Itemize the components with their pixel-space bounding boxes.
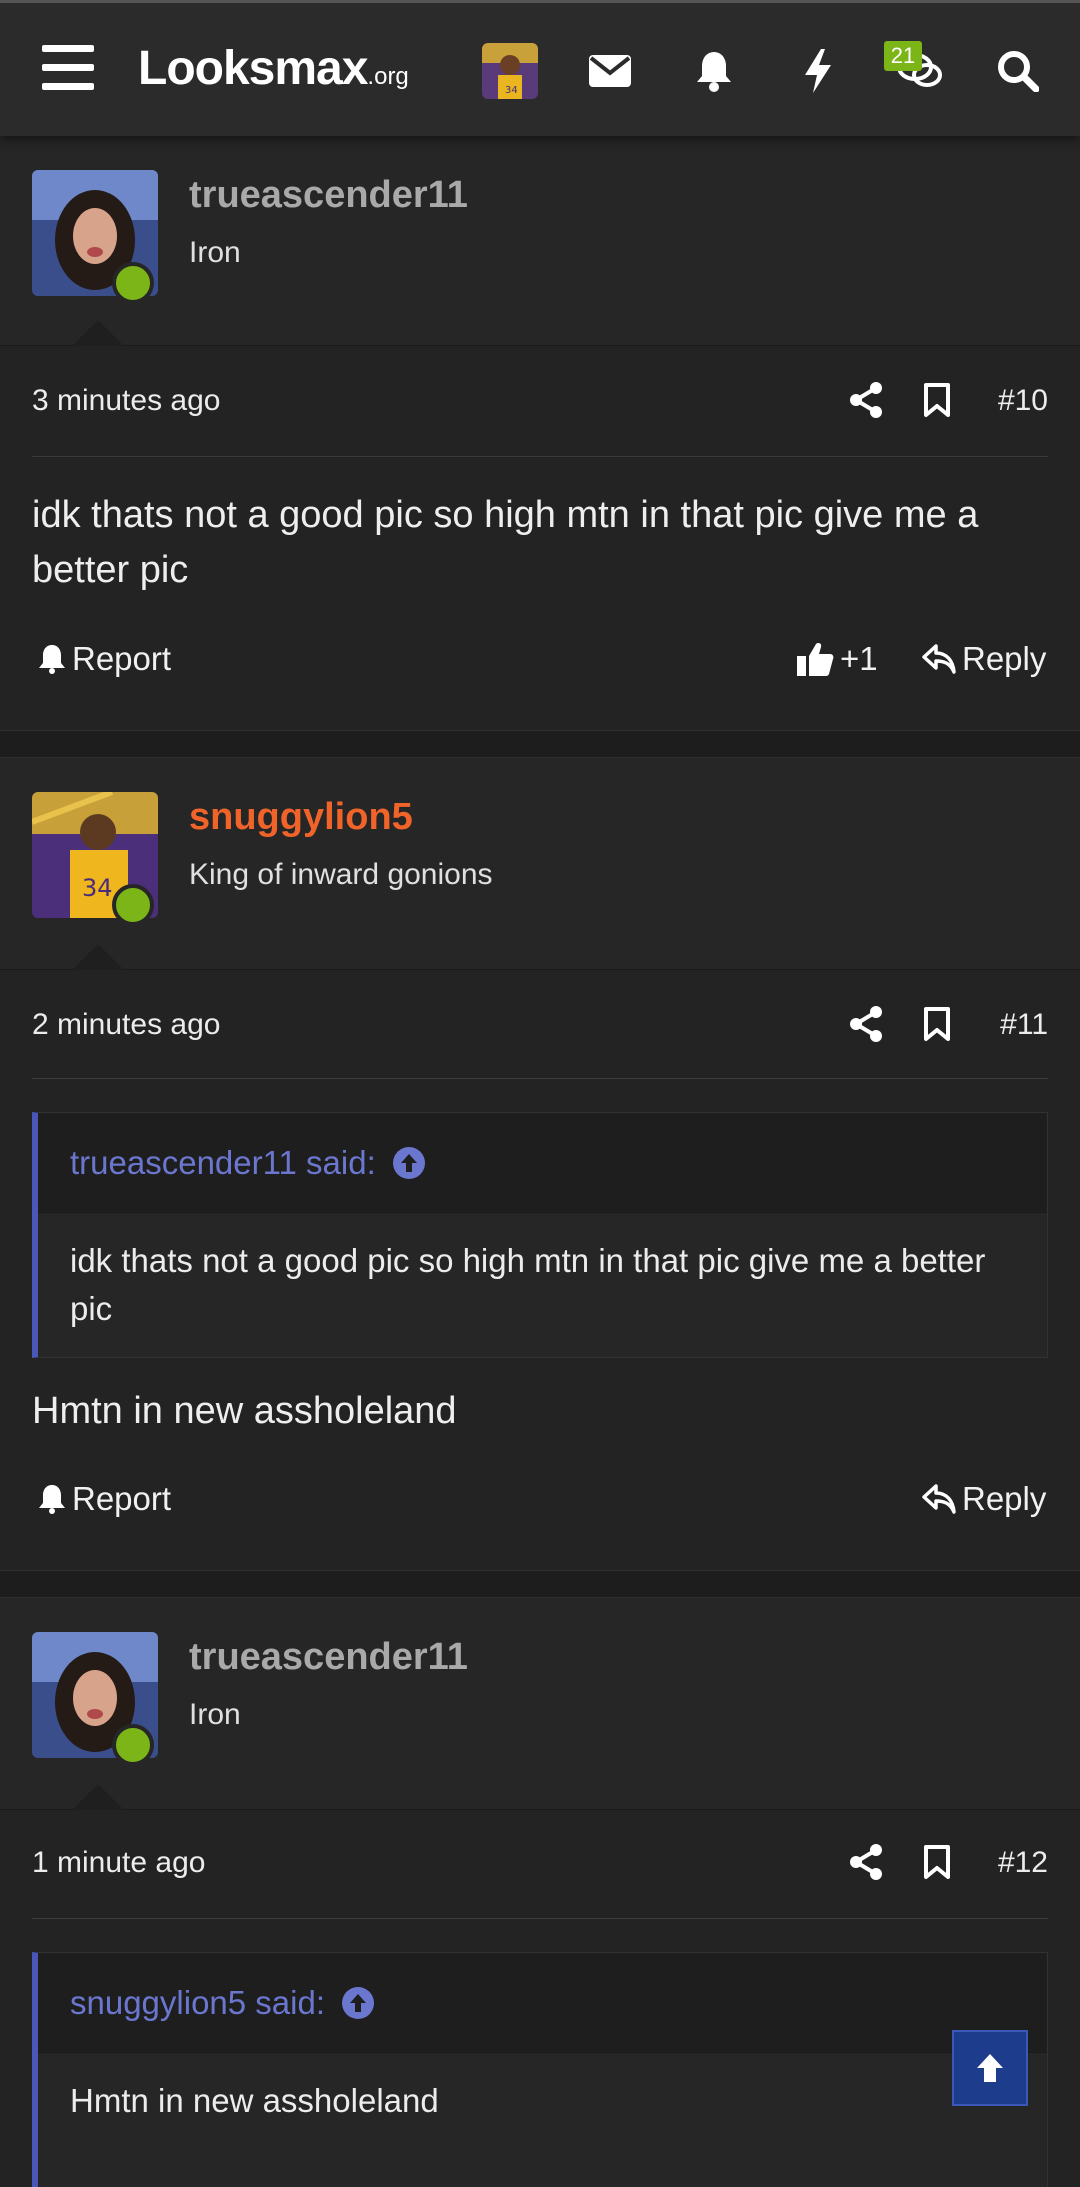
- post-time[interactable]: 3 minutes ago: [32, 384, 220, 418]
- quote-block: snuggylion5 said: Hmtn in new assholelan…: [32, 1952, 1048, 2187]
- pointer-arrow: [72, 320, 124, 346]
- reply-icon: [922, 1484, 956, 1514]
- post-number[interactable]: #12: [998, 1846, 1048, 1880]
- quote-block: trueascender11 said: idk thats not a goo…: [32, 1112, 1048, 1358]
- username[interactable]: trueascender11: [189, 1636, 468, 1679]
- post-10: trueascender11 Iron 3 minutes ago #10 id…: [0, 136, 1080, 730]
- lightning-icon[interactable]: [790, 43, 846, 99]
- post-number[interactable]: #10: [998, 384, 1048, 418]
- pointer-arrow: [72, 1784, 124, 1810]
- online-status-indicator: [112, 884, 154, 926]
- quote-header[interactable]: snuggylion5 said:: [38, 1953, 1047, 2053]
- share-icon[interactable]: [846, 1004, 886, 1044]
- pointer-arrow: [72, 944, 124, 970]
- post-11: 34 snuggylion5 King of inward gonions 2 …: [0, 758, 1080, 1570]
- post-time[interactable]: 2 minutes ago: [32, 1008, 220, 1042]
- menu-icon[interactable]: [42, 45, 94, 91]
- post-12: trueascender11 Iron 1 minute ago #12 snu…: [0, 1598, 1080, 2187]
- bookmark-icon[interactable]: [917, 1004, 957, 1044]
- divider: [32, 456, 1048, 457]
- svg-text:34: 34: [82, 874, 113, 902]
- share-icon[interactable]: [846, 380, 886, 420]
- bookmark-icon[interactable]: [917, 1842, 957, 1882]
- post-user-block: trueascender11 Iron: [0, 136, 1080, 346]
- post-time[interactable]: 1 minute ago: [32, 1846, 205, 1880]
- like-count: +1: [840, 640, 878, 677]
- post-body: Hmtn in new assholeland: [32, 1390, 457, 1432]
- report-label: Report: [72, 1480, 172, 1517]
- site-logo[interactable]: Looksmax.org: [138, 43, 409, 103]
- top-navigation-bar: Looksmax.org 34 21: [0, 0, 1080, 136]
- search-icon[interactable]: [990, 43, 1046, 99]
- user-title: King of inward gonions: [189, 858, 493, 891]
- report-label: Report: [72, 640, 172, 677]
- bell-icon: [39, 645, 65, 674]
- report-button[interactable]: Report: [38, 1480, 171, 1518]
- svg-text:34: 34: [505, 85, 518, 96]
- post-number[interactable]: #11: [1000, 1008, 1048, 1042]
- post-user-block: trueascender11 Iron: [0, 1598, 1080, 1810]
- chat-count-badge: 21: [884, 41, 922, 71]
- online-status-indicator: [112, 262, 154, 304]
- quote-author[interactable]: snuggylion5 said:: [70, 1984, 325, 2022]
- post-user-block: 34 snuggylion5 King of inward gonions: [0, 758, 1080, 970]
- username[interactable]: trueascender11: [189, 174, 468, 217]
- divider: [32, 1918, 1048, 1919]
- post-separator: [0, 1570, 1080, 1598]
- user-title: Iron: [189, 1698, 241, 1731]
- user-title: Iron: [189, 236, 241, 269]
- reply-button[interactable]: Reply: [922, 640, 1046, 678]
- arrow-up-icon: [977, 2054, 1003, 2082]
- scroll-to-top-button[interactable]: [952, 2030, 1028, 2106]
- reply-button[interactable]: Reply: [922, 1480, 1046, 1518]
- post-separator: [0, 730, 1080, 758]
- reply-label: Reply: [962, 1480, 1047, 1517]
- reply-label: Reply: [962, 640, 1047, 677]
- online-status-indicator: [112, 1724, 154, 1766]
- report-button[interactable]: Report: [38, 640, 171, 678]
- arrow-up-circle-icon[interactable]: [392, 1146, 426, 1180]
- bell-icon[interactable]: [686, 43, 742, 99]
- arrow-up-circle-icon[interactable]: [341, 1986, 375, 2020]
- envelope-icon[interactable]: [582, 43, 638, 99]
- quote-header[interactable]: trueascender11 said:: [38, 1113, 1047, 1213]
- bookmark-icon[interactable]: [917, 380, 957, 420]
- quote-text: Hmtn in new assholeland: [38, 2053, 1047, 2187]
- bell-icon: [39, 1485, 65, 1514]
- post-body: idk thats not a good pic so high mtn in …: [32, 494, 979, 591]
- quote-author[interactable]: trueascender11 said:: [70, 1144, 376, 1182]
- current-user-avatar[interactable]: 34: [482, 43, 538, 99]
- divider: [32, 1078, 1048, 1079]
- reply-icon: [922, 644, 956, 674]
- like-button[interactable]: +1: [796, 640, 878, 678]
- quote-text: idk thats not a good pic so high mtn in …: [38, 1213, 1047, 1357]
- thumbs-up-icon: [797, 643, 834, 676]
- share-icon[interactable]: [846, 1842, 886, 1882]
- username[interactable]: snuggylion5: [189, 796, 413, 839]
